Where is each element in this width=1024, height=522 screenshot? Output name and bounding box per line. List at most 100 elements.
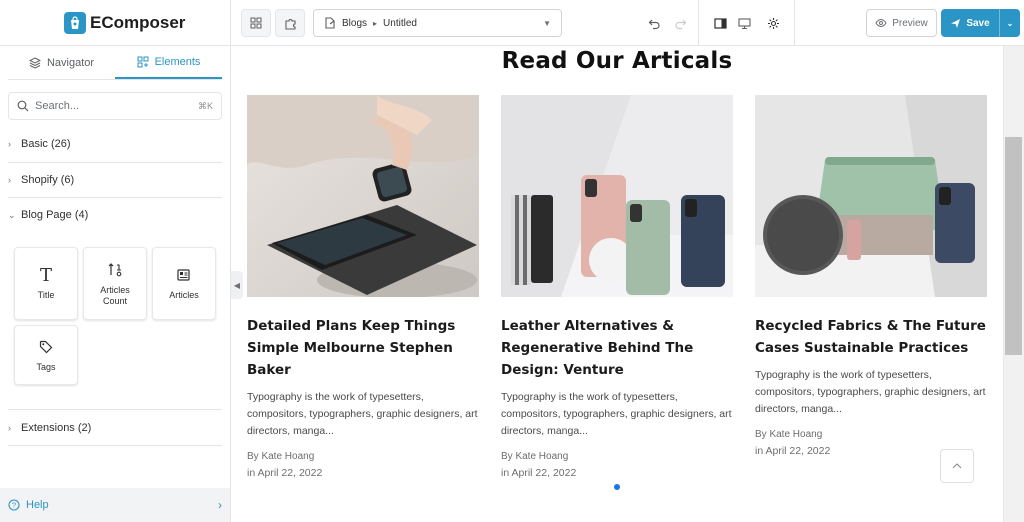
save-main[interactable]: Save bbox=[941, 9, 1000, 37]
category-label: Extensions (2) bbox=[21, 422, 92, 434]
tag-icon bbox=[39, 338, 53, 356]
help-button[interactable]: ? Help › bbox=[0, 488, 230, 522]
article-date: in April 22, 2022 bbox=[501, 467, 577, 479]
help-label: Help bbox=[26, 499, 49, 511]
page-canvas: Read Our Articals Detailed Plans Keep Th… bbox=[231, 46, 1003, 522]
page-select[interactable]: Blogs ▸ Untitled ▼ bbox=[313, 9, 562, 37]
save-label: Save bbox=[966, 17, 990, 29]
article-excerpt: Typography is the work of typesetters, c… bbox=[501, 391, 732, 437]
element-label: Title bbox=[37, 290, 55, 300]
puzzle-icon bbox=[284, 18, 296, 30]
category-label: Blog Page (4) bbox=[21, 209, 89, 221]
sidebar-tabs: Navigator Elements bbox=[8, 46, 222, 80]
search-icon bbox=[17, 100, 29, 112]
sidebar-layout-icon bbox=[713, 17, 727, 29]
article-image bbox=[247, 95, 479, 297]
toggle-sidebar-button[interactable] bbox=[710, 13, 730, 33]
breadcrumb-separator-icon: ▸ bbox=[373, 18, 378, 28]
carousel-dot[interactable] bbox=[614, 484, 620, 490]
caret-left-icon: ◀ bbox=[233, 280, 241, 290]
brand-name: EComposer bbox=[90, 12, 186, 32]
element-articles-count[interactable]: Articles Count bbox=[83, 247, 147, 320]
divider bbox=[8, 409, 222, 410]
svg-text:?: ? bbox=[12, 501, 16, 510]
article-title[interactable]: Recycled Fabrics & The Future Cases Sust… bbox=[755, 315, 987, 359]
topbar: Blogs ▸ Untitled ▼ Preview Save ⌄ bbox=[231, 0, 1024, 46]
article-card[interactable]: Detailed Plans Keep Things Simple Melbou… bbox=[247, 95, 479, 482]
article-excerpt: Typography is the work of typesetters, c… bbox=[247, 391, 478, 437]
shopping-bag-logo-icon bbox=[64, 12, 86, 34]
tab-navigator-label: Navigator bbox=[46, 56, 95, 69]
element-search[interactable]: ⌘K bbox=[8, 92, 222, 120]
text-icon: T bbox=[39, 264, 52, 286]
article-image bbox=[755, 95, 987, 297]
save-options-button[interactable]: ⌄ bbox=[1000, 19, 1020, 28]
send-icon bbox=[951, 18, 961, 28]
newspaper-icon bbox=[176, 266, 192, 284]
apps-puzzle-button[interactable] bbox=[275, 9, 305, 37]
layout-grid-button[interactable] bbox=[241, 9, 271, 37]
article-title[interactable]: Detailed Plans Keep Things Simple Melbou… bbox=[247, 315, 479, 381]
collapse-sidebar-handle[interactable]: ◀ bbox=[231, 271, 243, 299]
layers-icon bbox=[28, 56, 41, 69]
breadcrumb-blogs: Blogs bbox=[342, 17, 368, 29]
undo-icon bbox=[648, 19, 660, 29]
category-label: Basic (26) bbox=[21, 138, 71, 150]
preview-button[interactable]: Preview bbox=[866, 9, 937, 37]
search-input[interactable] bbox=[35, 100, 192, 112]
redo-button[interactable] bbox=[670, 13, 690, 33]
element-articles[interactable]: Articles bbox=[152, 247, 216, 320]
settings-button[interactable] bbox=[763, 13, 783, 33]
article-card[interactable]: Leather Alternatives & Regenerative Behi… bbox=[501, 95, 733, 482]
article-author: By Kate Hoang bbox=[501, 451, 569, 462]
redo-icon bbox=[674, 19, 686, 29]
page-icon bbox=[325, 17, 335, 29]
article-card[interactable]: Recycled Fabrics & The Future Cases Sust… bbox=[755, 95, 987, 460]
article-date: in April 22, 2022 bbox=[247, 467, 323, 479]
save-button[interactable]: Save ⌄ bbox=[941, 9, 1020, 37]
divider bbox=[794, 0, 795, 46]
chevron-right-icon: › bbox=[8, 139, 11, 149]
desktop-view-button[interactable] bbox=[734, 13, 754, 33]
article-author: By Kate Hoang bbox=[247, 451, 315, 462]
element-label: Articles bbox=[169, 290, 199, 300]
article-title[interactable]: Leather Alternatives & Regenerative Behi… bbox=[501, 315, 733, 381]
undo-button[interactable] bbox=[644, 13, 664, 33]
divider bbox=[8, 445, 222, 446]
chevron-down-icon: ⌄ bbox=[1006, 18, 1014, 28]
element-label: Tags bbox=[36, 361, 56, 372]
help-circle-icon: ? bbox=[8, 499, 20, 511]
element-tags[interactable]: Tags bbox=[14, 325, 78, 385]
eye-icon bbox=[875, 18, 887, 28]
category-extensions[interactable]: › Extensions (2) bbox=[8, 418, 223, 438]
category-label: Shopify (6) bbox=[21, 174, 75, 186]
category-shopify[interactable]: › Shopify (6) bbox=[8, 170, 223, 190]
caret-down-icon: ▼ bbox=[543, 18, 551, 28]
divider bbox=[8, 197, 222, 198]
sidebar: EComposer Navigator Elements ⌘K › Basic … bbox=[0, 0, 231, 522]
tab-elements[interactable]: Elements bbox=[115, 46, 222, 79]
section-title[interactable]: Read Our Articals bbox=[231, 48, 1003, 74]
brand: EComposer bbox=[0, 0, 230, 46]
tab-navigator[interactable]: Navigator bbox=[8, 46, 115, 79]
scrollbar-thumb[interactable] bbox=[1005, 137, 1022, 355]
chevron-up-icon bbox=[952, 461, 962, 472]
chevron-down-icon: ⌄ bbox=[8, 209, 16, 220]
element-title[interactable]: T Title bbox=[14, 247, 78, 320]
canvas-scrollbar[interactable] bbox=[1003, 46, 1024, 522]
element-label: Articles Count bbox=[100, 284, 130, 306]
scroll-to-top-button[interactable] bbox=[940, 449, 974, 483]
sort-count-icon bbox=[107, 261, 123, 279]
category-blog-page[interactable]: ⌄ Blog Page (4) bbox=[8, 205, 223, 225]
article-excerpt: Typography is the work of typesetters, c… bbox=[755, 369, 986, 415]
grid-icon bbox=[250, 17, 262, 29]
divider bbox=[8, 162, 222, 163]
category-basic[interactable]: › Basic (26) bbox=[8, 134, 223, 154]
chevron-right-icon: › bbox=[8, 175, 11, 185]
breadcrumb-page: Untitled bbox=[383, 17, 417, 29]
preview-label: Preview bbox=[892, 17, 928, 29]
article-image bbox=[501, 95, 733, 297]
divider bbox=[698, 0, 699, 46]
grid-plus-icon bbox=[137, 56, 149, 67]
desktop-icon bbox=[737, 17, 751, 29]
